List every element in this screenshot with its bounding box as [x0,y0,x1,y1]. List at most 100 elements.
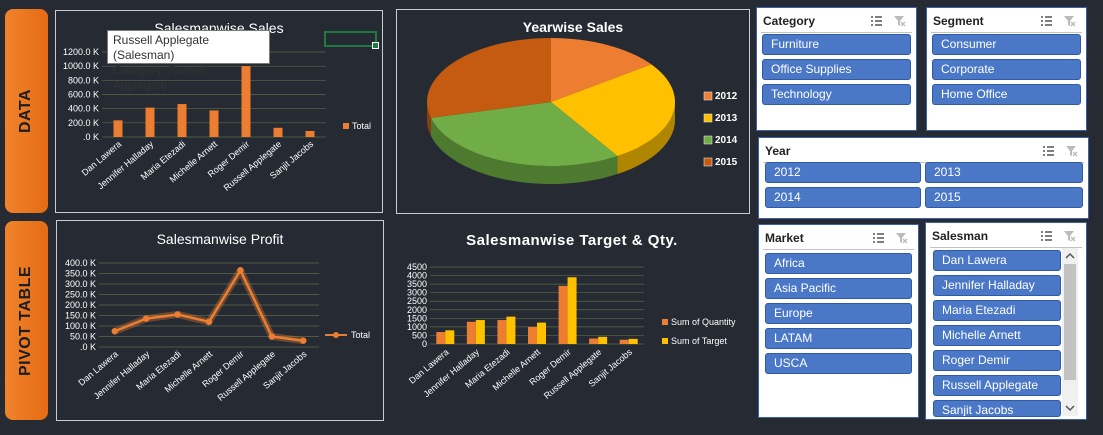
year-2012-button[interactable]: 2012 [765,162,921,183]
bar [497,320,507,344]
y-tick-label: 2000 [407,305,427,315]
y-tick-label: 400.0 K [68,104,99,114]
selected-cell[interactable] [324,31,379,49]
scroll-up-icon[interactable] [1062,249,1078,263]
scroll-thumb[interactable] [1064,264,1076,380]
y-tick-label: 50.0 K [70,332,96,342]
salesman-russell-applegate-button[interactable]: Russell Applegate [933,375,1061,396]
segment-home-office-button[interactable]: Home Office [932,84,1081,105]
salesman-slicer-title: Salesman [932,229,989,243]
scroll-down-icon[interactable] [1062,401,1078,415]
x-tick-label: Jennifer Halladay [92,349,152,402]
chart-title: Salesmanwise Profit [157,231,284,247]
target-qty-chart-panel[interactable]: Salesmanwise Target & Qty. 0 500 1000 1500 20… [390,220,752,425]
category-slicer: Category Furniture Office Supplies Techn… [756,7,917,131]
bar [209,110,219,137]
data-point [142,315,150,322]
category-furniture-button[interactable]: Furniture [762,34,911,55]
year-2015-button[interactable]: 2015 [925,187,1083,208]
y-tick-label: .0 K [83,132,99,142]
y-tick-label: 3000 [407,288,427,298]
pivot-table-sheet-tab[interactable]: PIVOT TABLE [5,221,48,420]
tooltip-line-2: Category: Russell Applegate [113,63,208,92]
bar [436,332,446,344]
target-qty-bar-chart: Salesmanwise Target & Qty. 05001000150020… [407,232,736,401]
y-tick-label: 200.0 K [65,300,96,310]
salesman-maria-etezadi-button[interactable]: Maria Etezadi [933,300,1061,321]
chart-title: Salesmanwise Target & Qty. [466,232,678,249]
year-slicer-header: Year [763,140,1084,163]
year-2014-button[interactable]: 2014 [765,187,921,208]
data-tab-label: DATA [17,88,35,134]
market-europe-button[interactable]: Europe [765,303,912,324]
legend-label: Sum of Target [671,336,727,346]
market-usca-button[interactable]: USCA [765,353,912,374]
category-technology-button[interactable]: Technology [762,84,911,105]
year-pie-chart-panel[interactable]: Yearwise Sales 2012 2013 2014 2015 [396,9,750,214]
y-tick-label: 4000 [407,271,427,281]
bar [598,336,608,344]
multi-select-icon[interactable] [870,15,883,27]
multi-select-icon[interactable] [872,232,885,244]
salesman-dan-lawera-button[interactable]: Dan Lawera [933,250,1061,271]
salesman-jennifer-halladay-button[interactable]: Jennifer Halladay [933,275,1061,296]
data-sheet-tab[interactable]: DATA [5,9,48,213]
x-tick-label: Jennifer Halladay [421,347,481,400]
data-point [205,318,213,325]
segment-slicer-header: Segment [931,10,1082,33]
bar [558,285,568,344]
y-tick-label: 1200.0 K [63,47,99,57]
y-tick-label: 2500 [407,296,427,306]
legend-label: Total [352,121,371,131]
multi-select-icon[interactable] [1040,15,1053,27]
salesman-michelle-arnett-button[interactable]: Michelle Arnett [933,325,1061,346]
market-slicer: Market Africa Asia Pacific Europe LATAM … [758,224,919,418]
bar [506,316,516,344]
legend-label: 2014 [715,135,738,146]
multi-select-icon[interactable] [1040,230,1053,242]
y-tick-label: 4500 [407,262,427,272]
y-tick-label: 350.0 K [65,269,96,279]
bar [466,321,476,344]
y-tick-label: 600.0 K [68,90,99,100]
y-tick-label: 3500 [407,279,427,289]
y-tick-label: 800.0 K [68,75,99,85]
clear-filter-icon[interactable] [895,232,908,244]
market-africa-button[interactable]: Africa [765,253,912,274]
chart-tooltip: Russell Applegate (Salesman) Category: R… [107,30,270,92]
year-slicer: Year 2012 2013 2014 2015 [758,137,1089,219]
salesman-sanjit-jacobs-button[interactable]: Sanjit Jacobs [933,400,1061,417]
tooltip-line-1: Russell Applegate (Salesman) [113,33,210,62]
legend-label: Sum of Quantity [671,317,736,327]
y-tick-label: 400.0 K [65,258,96,268]
segment-consumer-button[interactable]: Consumer [932,34,1081,55]
year-2013-button[interactable]: 2013 [925,162,1083,183]
clear-filter-icon[interactable] [1063,15,1076,27]
fill-handle[interactable] [372,42,379,49]
salesman-roger-demir-button[interactable]: Roger Demir [933,350,1061,371]
y-tick-label: 300.0 K [65,279,96,289]
clear-filter-icon[interactable] [893,15,906,27]
profit-chart-panel[interactable]: Salesmanwise Profit .0 K 50.0 K 100.0 K 150.… [56,220,384,421]
salesman-slicer-scrollbar[interactable] [1062,248,1078,416]
x-tick-label: Jennifer Halladay [96,139,156,192]
market-asia-pacific-button[interactable]: Asia Pacific [765,278,912,299]
multi-select-icon[interactable] [1042,145,1055,157]
legend-swatch [343,123,349,129]
legend-label: 2015 [715,157,738,168]
y-tick-label: 1000 [407,322,427,332]
bar [475,320,485,344]
segment-corporate-button[interactable]: Corporate [932,59,1081,80]
data-point [300,337,307,344]
y-tick-label: 200.0 K [68,118,99,128]
clear-filter-icon[interactable] [1065,145,1078,157]
y-tick-label: 1000.0 K [63,61,99,71]
series-line [114,269,304,342]
market-latam-button[interactable]: LATAM [765,328,912,349]
data-point [268,333,276,340]
year-slicer-title: Year [765,144,791,158]
clear-filter-icon[interactable] [1063,230,1076,242]
segment-slicer-title: Segment [933,14,984,28]
y-tick-label: .0 K [80,342,96,352]
category-office-supplies-button[interactable]: Office Supplies [762,59,911,80]
